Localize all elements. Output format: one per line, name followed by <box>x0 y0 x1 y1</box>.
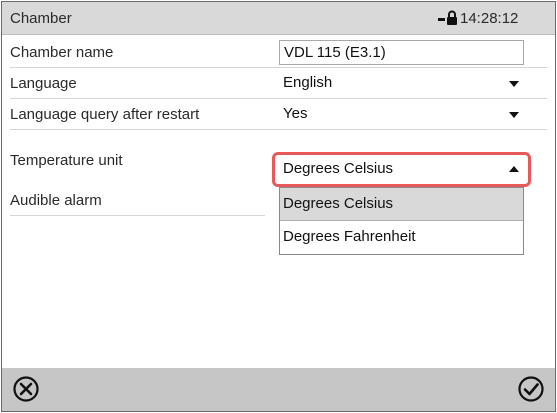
setting-label: Language <box>10 75 77 92</box>
chevron-up-icon <box>509 166 519 172</box>
option-label: Degrees Celsius <box>283 195 394 212</box>
option-degrees-fahrenheit[interactable]: Degrees Fahrenheit <box>280 221 523 254</box>
setting-row-language: Language English <box>2 68 555 99</box>
bottom-action-bar <box>2 368 555 411</box>
setting-label: Chamber name <box>10 44 114 61</box>
title-bar: Chamber 14:28:12 <box>2 2 555 35</box>
setting-label: Temperature unit <box>10 152 123 169</box>
language-value: English <box>283 74 333 91</box>
page-title: Chamber <box>10 10 72 27</box>
chamber-name-value: VDL 115 (E3.1) <box>284 44 386 61</box>
lock-icon <box>438 10 457 25</box>
language-select[interactable]: English <box>279 71 524 96</box>
chevron-down-icon <box>509 112 519 118</box>
setting-row-language-query: Language query after restart Yes <box>2 99 555 130</box>
row-divider <box>10 215 265 216</box>
option-degrees-celsius[interactable]: Degrees Celsius <box>280 188 523 221</box>
language-query-value: Yes <box>283 105 308 122</box>
chevron-down-icon <box>509 81 519 87</box>
chamber-settings-window: Chamber 14:28:12 Chamber name VDL 115 (E… <box>1 1 556 412</box>
checkmark-icon[interactable] <box>517 375 545 403</box>
temperature-unit-dropdown: Degrees Celsius Degrees Fahrenheit <box>279 187 524 255</box>
temperature-unit-value: Degrees Celsius <box>283 160 394 177</box>
close-icon[interactable] <box>12 375 40 403</box>
temperature-unit-select[interactable]: Degrees Celsius <box>272 152 531 187</box>
setting-label: Language query after restart <box>10 106 200 123</box>
setting-row-chamber-name: Chamber name VDL 115 (E3.1) <box>2 37 555 68</box>
chamber-name-input[interactable]: VDL 115 (E3.1) <box>279 40 524 65</box>
setting-label: Audible alarm <box>10 192 102 209</box>
option-label: Degrees Fahrenheit <box>283 228 416 245</box>
language-query-select[interactable]: Yes <box>279 102 524 127</box>
clock-time: 14:28:12 <box>460 10 519 27</box>
